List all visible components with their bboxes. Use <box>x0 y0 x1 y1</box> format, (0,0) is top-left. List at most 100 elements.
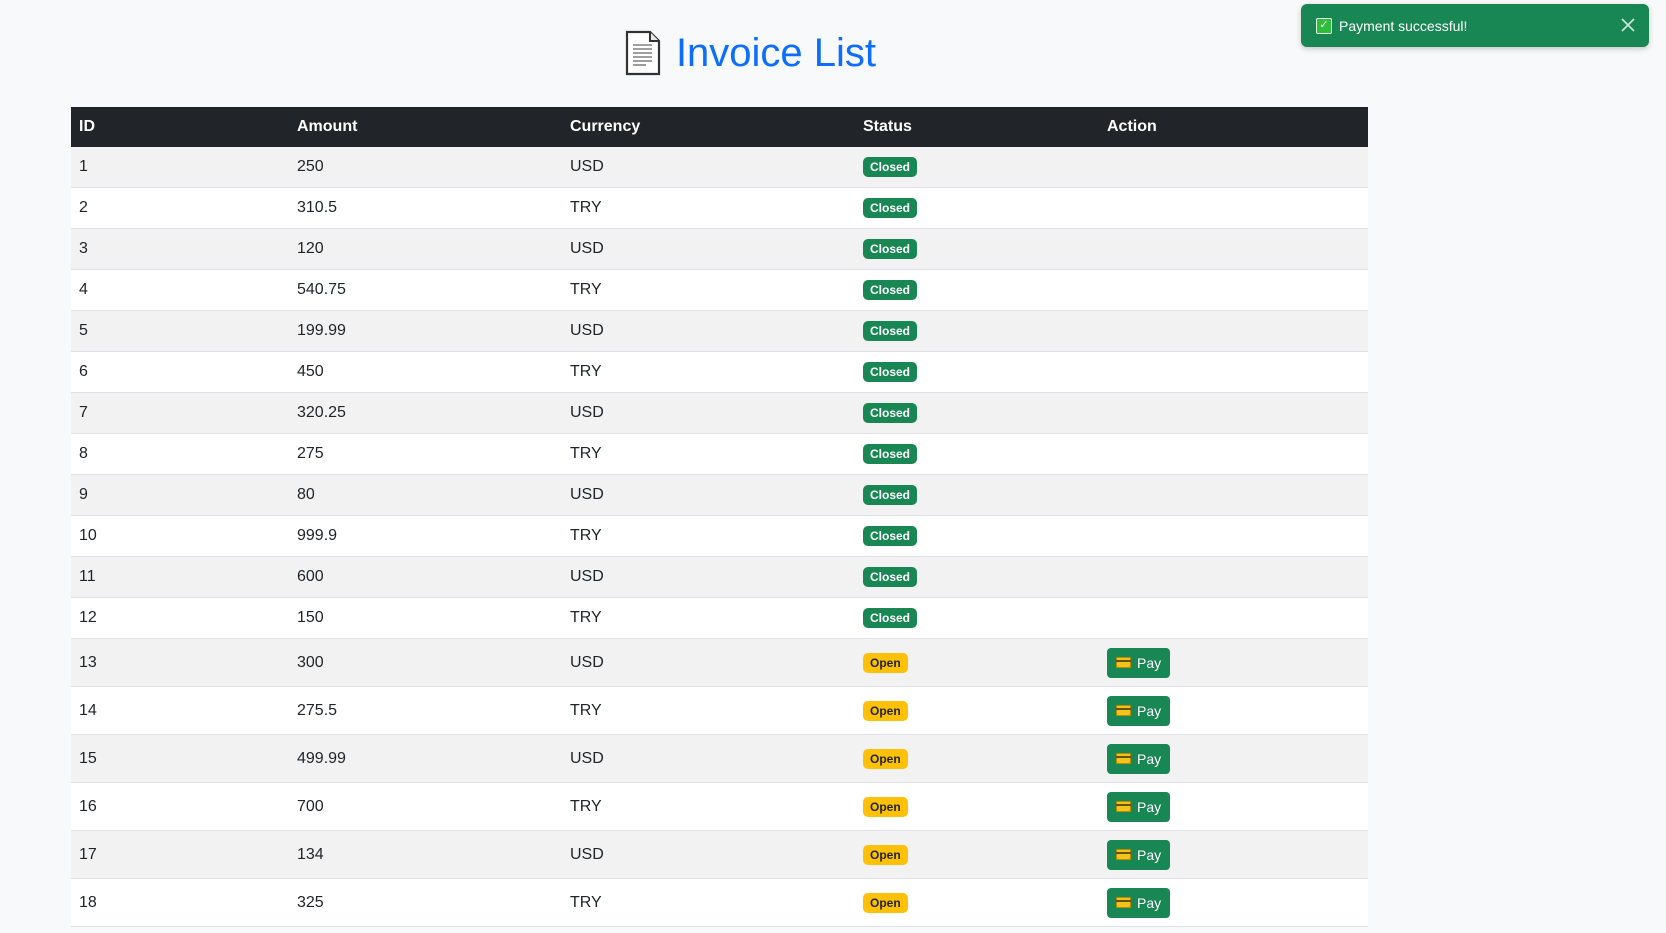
status-badge: Closed <box>863 526 918 546</box>
cell-amount: 325 <box>289 878 562 927</box>
cell-id: 13 <box>71 638 289 687</box>
table-row: 3 120 USD Closed <box>71 228 1368 270</box>
cell-currency: TRY <box>562 187 855 229</box>
pay-button-label: Pay <box>1137 750 1162 767</box>
cell-amount: 80 <box>289 474 562 516</box>
cell-status: Closed <box>855 351 1099 393</box>
invoice-table: ID Amount Currency Status Action 1 250 USD… <box>71 107 1368 927</box>
cell-action: Pay <box>1099 734 1368 783</box>
cell-status: Closed <box>855 187 1099 229</box>
cell-id: 9 <box>71 474 289 516</box>
cell-currency: USD <box>562 638 855 687</box>
status-badge: Closed <box>863 280 918 300</box>
status-badge: Closed <box>863 485 918 505</box>
cell-amount: 600 <box>289 556 562 598</box>
cell-currency: USD <box>562 474 855 516</box>
table-row: 6 450 TRY Closed <box>71 351 1368 393</box>
cell-currency: USD <box>562 228 855 270</box>
pay-button[interactable]: Pay <box>1107 743 1171 774</box>
table-body: 1 250 USD Closed 2 310.5 TRY Closed 3 120 USD Close… <box>71 147 1368 927</box>
cell-id: 5 <box>71 310 289 352</box>
cell-status: Closed <box>855 597 1099 639</box>
pay-button-label: Pay <box>1137 846 1162 863</box>
cell-amount: 320.25 <box>289 392 562 434</box>
status-badge: Open <box>863 700 908 721</box>
status-badge: Closed <box>863 198 918 218</box>
page-title: Invoice List <box>624 30 876 76</box>
cell-action <box>1099 269 1368 311</box>
cell-action <box>1099 228 1368 270</box>
cell-id: 8 <box>71 433 289 475</box>
cell-currency: USD <box>562 392 855 434</box>
cell-status: Open <box>855 734 1099 783</box>
cell-id: 16 <box>71 782 289 831</box>
credit-card-icon <box>1116 849 1131 860</box>
column-header-currency: Currency <box>570 118 641 135</box>
column-header-action: Action <box>1107 118 1157 135</box>
status-badge: Open <box>863 892 908 913</box>
cell-status: Closed <box>855 433 1099 475</box>
cell-currency: TRY <box>562 782 855 831</box>
cell-amount: 499.99 <box>289 734 562 783</box>
pay-button[interactable]: Pay <box>1107 839 1171 870</box>
cell-action <box>1099 515 1368 557</box>
cell-action <box>1099 556 1368 598</box>
document-icon <box>624 30 662 76</box>
page: Invoice List ID Amount Currency Status A… <box>0 0 1666 933</box>
toast-notification: ✓ Payment successful! <box>1301 4 1649 47</box>
cell-action: Pay <box>1099 830 1368 879</box>
pay-button[interactable]: Pay <box>1107 887 1171 918</box>
table-row: 7 320.25 USD Closed <box>71 392 1368 434</box>
title-wrap: Invoice List <box>0 30 1500 81</box>
cell-action: Pay <box>1099 878 1368 927</box>
cell-action <box>1099 147 1368 188</box>
table-header-row: ID Amount Currency Status Action <box>71 107 1368 147</box>
credit-card-icon <box>1116 897 1131 908</box>
cell-amount: 134 <box>289 830 562 879</box>
cell-amount: 250 <box>289 147 562 188</box>
cell-action: Pay <box>1099 686 1368 735</box>
table-row: 2 310.5 TRY Closed <box>71 187 1368 229</box>
cell-id: 1 <box>71 147 289 188</box>
status-badge: Open <box>863 652 908 673</box>
cell-action <box>1099 351 1368 393</box>
cell-status: Open <box>855 830 1099 879</box>
cell-action <box>1099 433 1368 475</box>
cell-id: 6 <box>71 351 289 393</box>
cell-status: Closed <box>855 228 1099 270</box>
cell-status: Closed <box>855 556 1099 598</box>
cell-status: Closed <box>855 147 1099 188</box>
page-title-text: Invoice List <box>675 30 877 75</box>
pay-button[interactable]: Pay <box>1107 647 1171 678</box>
cell-status: Open <box>855 686 1099 735</box>
cell-currency: TRY <box>562 878 855 927</box>
cell-status: Closed <box>855 269 1099 311</box>
cell-action <box>1099 392 1368 434</box>
cell-amount: 150 <box>289 597 562 639</box>
cell-amount: 120 <box>289 228 562 270</box>
status-badge: Closed <box>863 608 918 628</box>
toast-message: Payment successful! <box>1339 17 1468 34</box>
cell-id: 3 <box>71 228 289 270</box>
credit-card-icon <box>1116 657 1131 668</box>
pay-button[interactable]: Pay <box>1107 791 1171 822</box>
pay-button-label: Pay <box>1137 654 1162 671</box>
invoice-table-wrap: ID Amount Currency Status Action 1 250 USD… <box>71 107 1368 927</box>
cell-status: Open <box>855 878 1099 927</box>
cell-currency: TRY <box>562 686 855 735</box>
cell-amount: 275 <box>289 433 562 475</box>
pay-button[interactable]: Pay <box>1107 695 1171 726</box>
table-row: 8 275 TRY Closed <box>71 433 1368 475</box>
close-icon[interactable] <box>1617 14 1639 36</box>
cell-id: 4 <box>71 269 289 311</box>
cell-status: Open <box>855 638 1099 687</box>
cell-id: 14 <box>71 686 289 735</box>
table-row: 14 275.5 TRY Open Pay <box>71 686 1368 735</box>
table-row: 9 80 USD Closed <box>71 474 1368 516</box>
cell-action <box>1099 187 1368 229</box>
cell-currency: TRY <box>562 433 855 475</box>
cell-action <box>1099 597 1368 639</box>
table-row: 1 250 USD Closed <box>71 147 1368 188</box>
cell-amount: 700 <box>289 782 562 831</box>
credit-card-icon <box>1116 705 1131 716</box>
